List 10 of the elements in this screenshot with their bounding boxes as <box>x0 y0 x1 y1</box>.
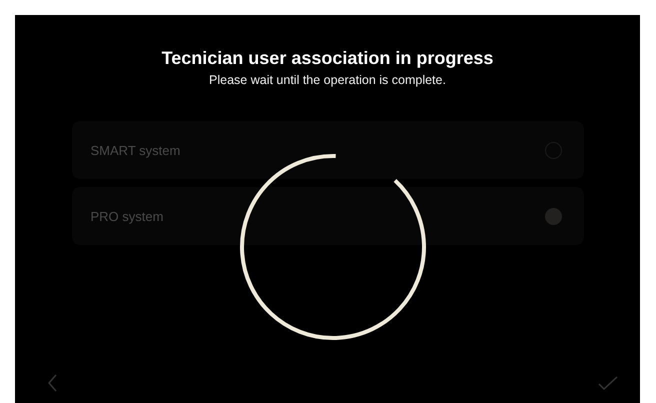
option-label: PRO system <box>90 208 164 224</box>
progress-message: Please wait until the operation is complete. <box>209 73 446 87</box>
back-chevron-icon[interactable] <box>48 374 58 392</box>
option-label: SMART system <box>90 142 180 158</box>
system-option[interactable]: PRO system <box>72 187 584 245</box>
loading-spinner-icon <box>239 153 427 341</box>
check-icon[interactable] <box>598 375 618 391</box>
system-option[interactable]: SMART system <box>72 121 584 179</box>
radio-button[interactable] <box>544 208 562 224</box>
progress-title: Tecnician user association in progress <box>162 47 494 69</box>
